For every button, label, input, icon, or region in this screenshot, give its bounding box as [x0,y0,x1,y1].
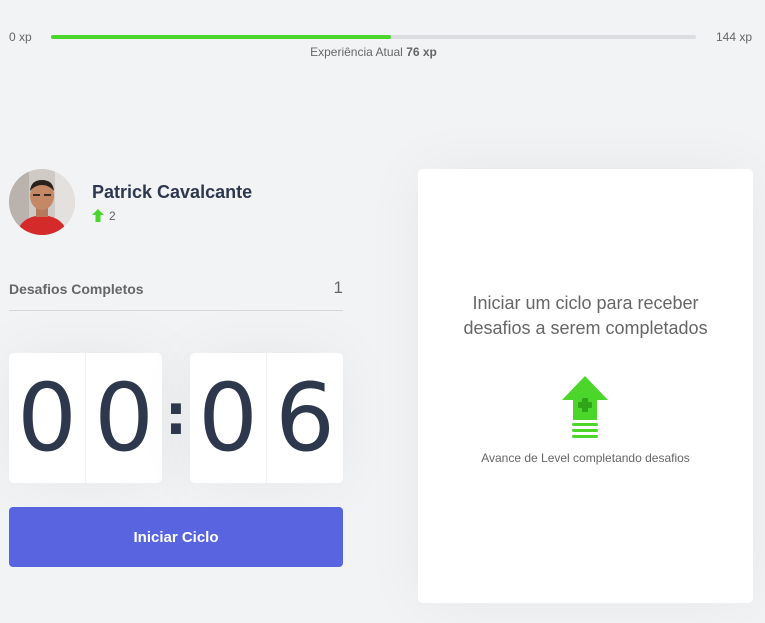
challenge-box: Iniciar um ciclo para receber desafios a… [418,169,753,603]
profile: Patrick Cavalcante 2 [9,169,252,235]
xp-current-text: Experiência Atual 76 xp [51,45,696,59]
second-digit-left: 0 [190,353,267,483]
completed-challenges-count: 1 [333,278,343,297]
countdown: 0 0 : 0 6 [9,353,343,483]
countdown-separator: : [164,382,188,448]
page: 0 xp 144 xp Experiência Atual 76 xp Patr… [0,0,765,623]
level-indicator: 2 [92,209,252,223]
completed-challenges: Desafios Completos 1 [9,278,343,311]
level-up-icon [562,376,608,443]
xp-progress-fill [51,35,392,39]
profile-name: Patrick Cavalcante [92,181,253,202]
xp-min-label: 0 xp [9,30,32,44]
start-cycle-button[interactable]: Iniciar Ciclo [9,507,343,567]
xp-max-label: 144 xp [715,30,752,44]
second-digit-right: 6 [275,363,335,473]
xp-current-label: Experiência Atual [310,45,403,59]
level-value: 2 [109,208,116,223]
challenge-box-caption: Avance de Level completando desafios [481,451,690,465]
avatar [9,169,75,235]
countdown-minutes: 0 0 [9,353,162,483]
completed-challenges-label: Desafios Completos [9,281,144,297]
level-up-icon [92,209,104,222]
xp-current-value: 76 xp [406,45,437,59]
xp-progress-bar [51,35,696,39]
countdown-seconds: 0 6 [190,353,343,483]
minute-digit-right: 0 [94,363,154,473]
challenge-box-title: Iniciar um ciclo para receber desafios a… [463,293,708,338]
minute-digit-left: 0 [9,353,86,483]
